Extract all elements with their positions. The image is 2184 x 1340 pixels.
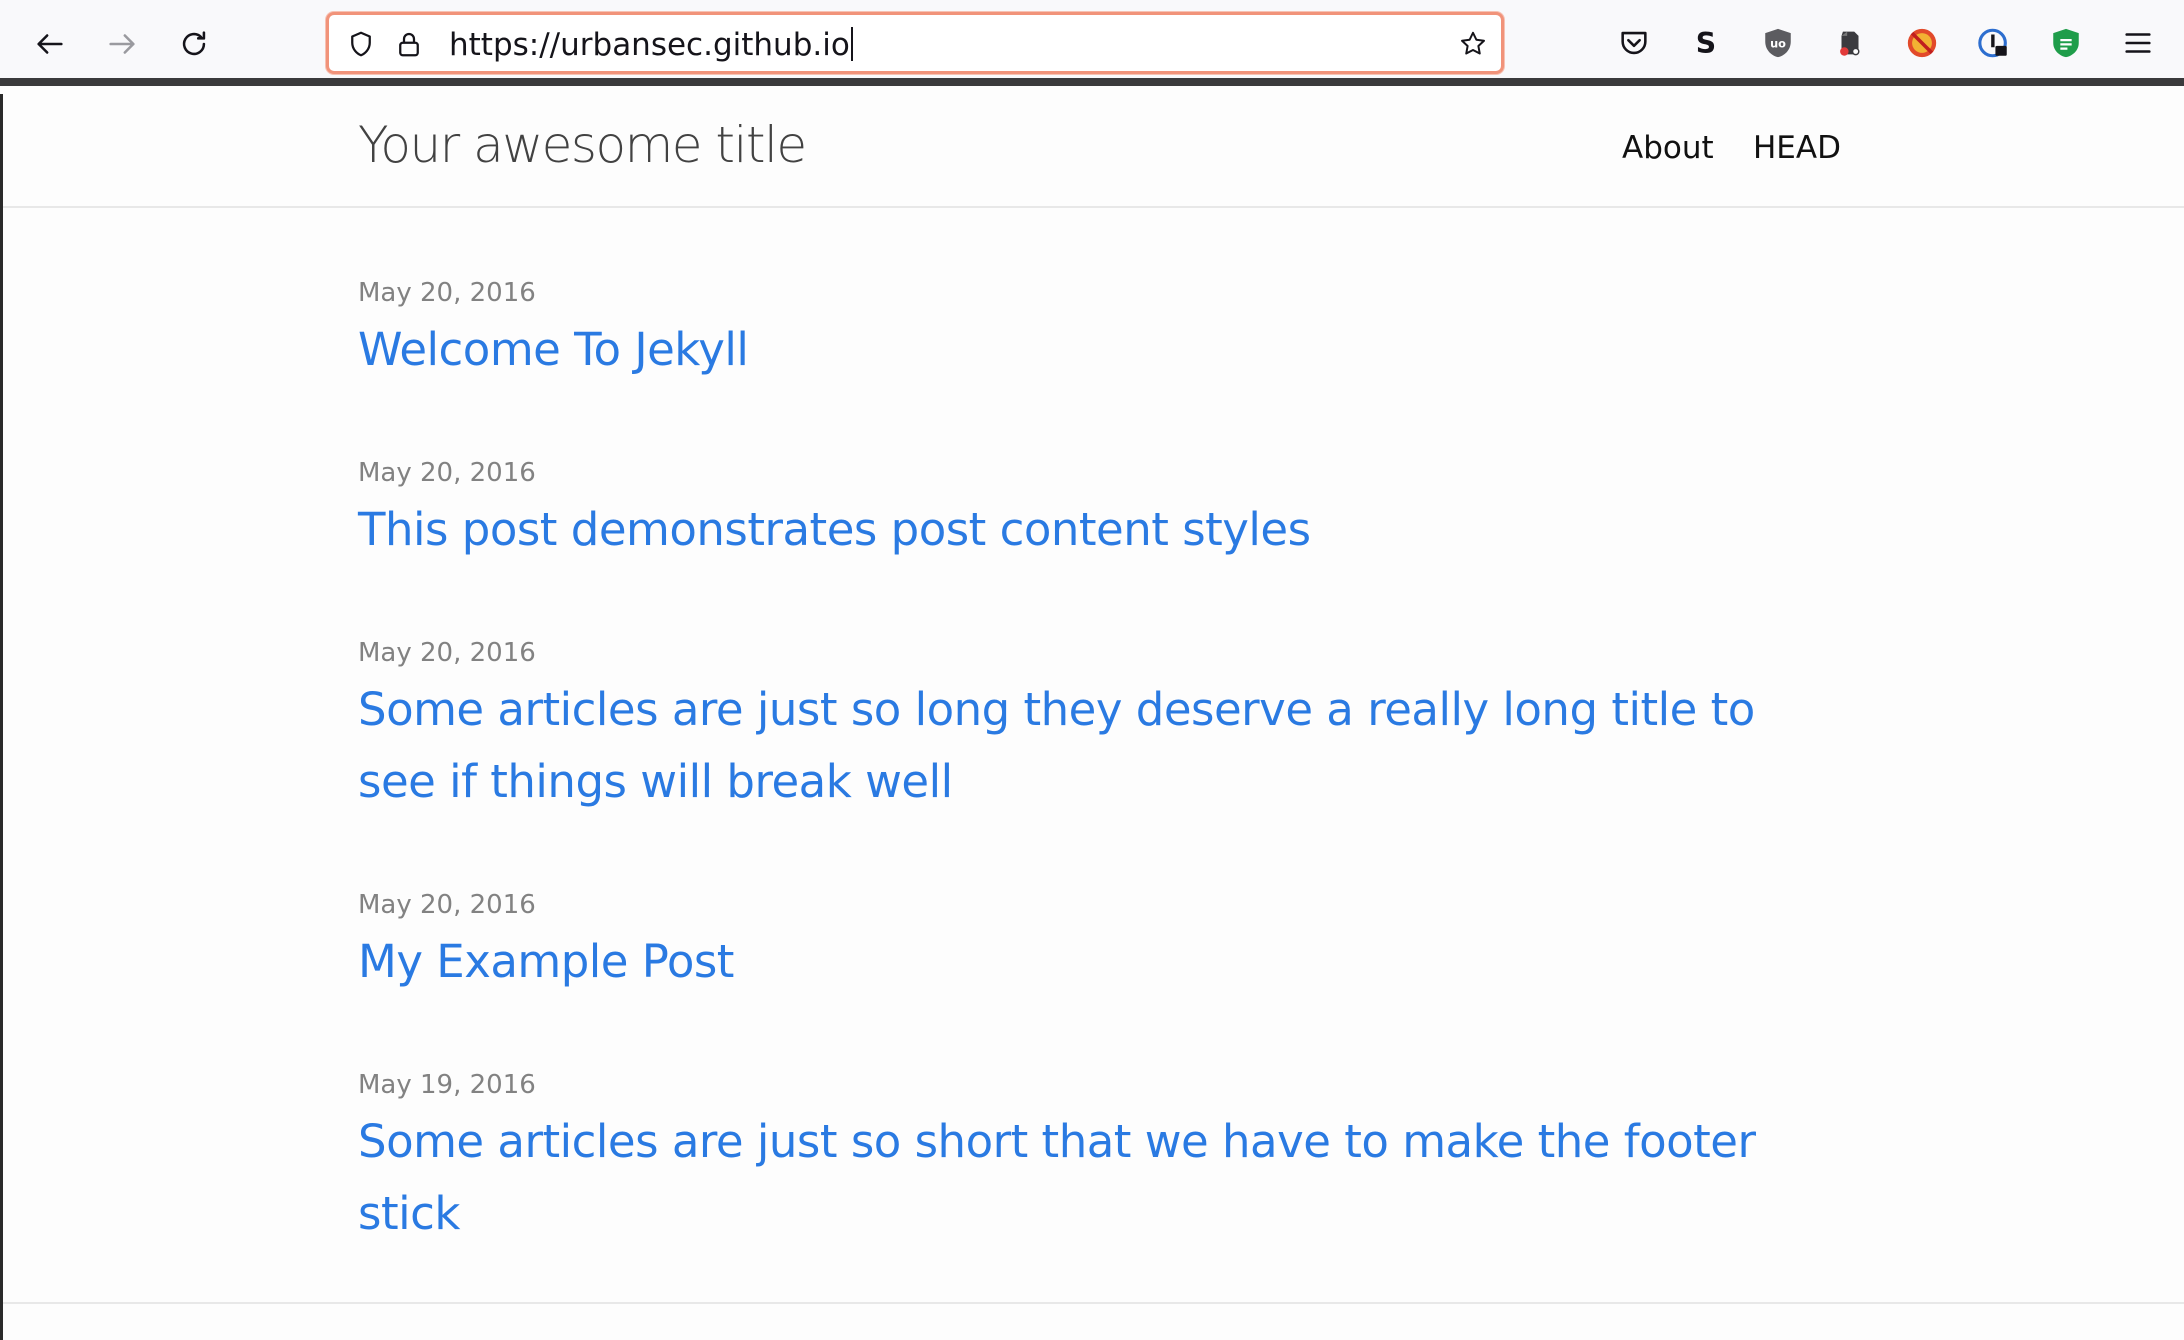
reload-button[interactable]: [164, 18, 224, 70]
post-title-link[interactable]: This post demonstrates post content styl…: [358, 494, 1838, 566]
post-item: May 20, 2016 My Example Post: [358, 890, 1858, 998]
forward-button[interactable]: [92, 18, 152, 70]
site-header: Your awesome title About HEAD: [3, 94, 2184, 208]
back-arrow-icon: [37, 34, 63, 54]
browser-toolbar: https://urbansec.github.io S uo: [0, 0, 2184, 86]
pocket-button[interactable]: [1614, 22, 1654, 64]
post-title-link[interactable]: My Example Post: [358, 926, 1838, 998]
page-content: Your awesome title About HEAD May 20, 20…: [0, 94, 2184, 1340]
lock-icon[interactable]: [393, 28, 425, 60]
text-caret: [850, 27, 853, 61]
blocked-extension-icon: [1907, 28, 1937, 58]
ublock-icon: uo: [1765, 28, 1791, 58]
post-item: May 19, 2016 Some articles are just so s…: [358, 1070, 1858, 1250]
nav-link-head[interactable]: HEAD: [1753, 130, 1841, 166]
green-shield-extension-button[interactable]: [2046, 22, 2086, 64]
tracking-protection-shield-icon[interactable]: [345, 28, 377, 60]
reload-icon: [182, 31, 206, 56]
blocked-extension-button[interactable]: [1902, 22, 1942, 64]
ublock-button[interactable]: uo: [1758, 22, 1798, 64]
post-date: May 20, 2016: [358, 278, 536, 308]
svg-text:S: S: [1696, 27, 1716, 60]
green-shield-extension-icon: [2053, 28, 2079, 58]
bookmark-star-icon[interactable]: [1457, 28, 1489, 60]
post-item: May 20, 2016 This post demonstrates post…: [358, 458, 1858, 566]
footer-divider: [3, 1302, 2184, 1304]
post-title-link[interactable]: Some articles are just so long they dese…: [358, 674, 1838, 818]
evernote-icon: [1840, 31, 1860, 56]
post-title-link[interactable]: Welcome To Jekyll: [358, 314, 1838, 386]
post-date: May 19, 2016: [358, 1070, 536, 1100]
post-title-link[interactable]: Some articles are just so short that we …: [358, 1106, 1838, 1250]
s-extension-icon: S: [1696, 27, 1716, 60]
app-menu-button[interactable]: [2118, 22, 2158, 64]
site-title[interactable]: Your awesome title: [358, 116, 807, 174]
back-button[interactable]: [20, 18, 80, 70]
svg-text:uo: uo: [1770, 36, 1786, 50]
s-extension-button[interactable]: S: [1686, 22, 1726, 64]
post-date: May 20, 2016: [358, 638, 536, 668]
url-input[interactable]: https://urbansec.github.io: [449, 25, 853, 65]
url-text: https://urbansec.github.io: [449, 27, 850, 63]
password-extension-icon: [1978, 28, 2007, 58]
post-item: May 20, 2016 Welcome To Jekyll: [358, 278, 1858, 386]
forward-arrow-icon: [109, 34, 135, 54]
url-bar[interactable]: https://urbansec.github.io: [326, 12, 1504, 74]
evernote-button[interactable]: [1830, 22, 1870, 64]
post-date: May 20, 2016: [358, 458, 536, 488]
post-item: May 20, 2016 Some articles are just so l…: [358, 638, 1858, 818]
pocket-icon: [1621, 31, 1647, 55]
post-date: May 20, 2016: [358, 890, 536, 920]
menu-icon: [2125, 33, 2151, 53]
nav-link-about[interactable]: About: [1622, 130, 1714, 166]
password-extension-button[interactable]: [1974, 22, 2014, 64]
